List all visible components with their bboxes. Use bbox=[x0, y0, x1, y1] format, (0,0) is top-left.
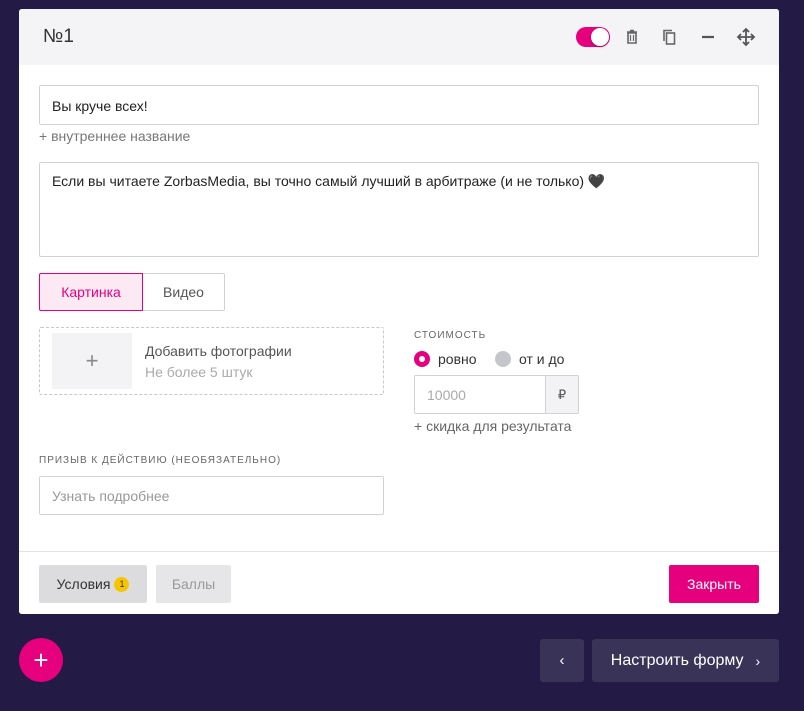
close-button[interactable]: Закрыть bbox=[669, 565, 759, 603]
radio-exact-label: ровно bbox=[438, 351, 477, 367]
media-tabs: Картинка Видео bbox=[39, 273, 225, 311]
conditions-label: Условия bbox=[56, 576, 111, 592]
card-footer: Условия 1 Баллы Закрыть bbox=[19, 551, 779, 614]
price-label: СТОИМОСТЬ bbox=[414, 330, 487, 341]
upload-hint: Не более 5 штук bbox=[145, 364, 253, 380]
chevron-right-icon: › bbox=[755, 652, 761, 669]
internal-name-link[interactable]: + внутреннее название bbox=[39, 128, 190, 144]
configure-form-button[interactable]: Настроить форму › bbox=[592, 639, 779, 682]
points-button[interactable]: Баллы bbox=[156, 565, 231, 603]
cta-label: ПРИЗЫВ К ДЕЙСТВИЮ (НЕОБЯЗАТЕЛЬНО) bbox=[39, 455, 282, 466]
tab-video[interactable]: Видео bbox=[143, 273, 225, 311]
name-field[interactable]: Вы круче всех! bbox=[39, 85, 759, 125]
radio-range[interactable]: от и до bbox=[495, 351, 564, 367]
configure-form-label: Настроить форму bbox=[610, 651, 744, 669]
radio-unselected-icon bbox=[495, 351, 511, 367]
add-item-button[interactable]: + bbox=[19, 638, 63, 682]
minus-icon[interactable] bbox=[698, 27, 718, 47]
back-button[interactable]: ‹ bbox=[540, 639, 584, 682]
cta-input[interactable]: Узнать подробнее bbox=[39, 476, 384, 515]
currency-suffix: ₽ bbox=[545, 375, 579, 414]
radio-selected-icon bbox=[414, 351, 430, 367]
offer-card: №1 Вы круче всех! + внутреннее название … bbox=[19, 9, 779, 614]
plus-icon[interactable]: + bbox=[52, 333, 132, 389]
radio-exact[interactable]: ровно bbox=[414, 351, 477, 367]
description-field[interactable]: Если вы читаете ZorbasMedia, вы точно са… bbox=[39, 162, 759, 257]
tab-image[interactable]: Картинка bbox=[39, 273, 143, 311]
enable-toggle[interactable] bbox=[576, 27, 610, 47]
radio-range-label: от и до bbox=[519, 351, 565, 367]
card-title: №1 bbox=[43, 26, 74, 47]
card-header: №1 bbox=[19, 9, 779, 65]
upload-title: Добавить фотографии bbox=[145, 343, 292, 359]
trash-icon[interactable] bbox=[622, 27, 642, 47]
toggle-knob bbox=[591, 28, 609, 46]
chevron-left-icon: ‹ bbox=[559, 652, 565, 669]
conditions-button[interactable]: Условия 1 bbox=[39, 565, 147, 603]
conditions-badge: 1 bbox=[114, 576, 130, 592]
copy-icon[interactable] bbox=[660, 27, 680, 47]
discount-link[interactable]: + скидка для результата bbox=[414, 418, 571, 434]
price-input[interactable]: 10000 bbox=[414, 375, 546, 414]
photo-upload[interactable]: + Добавить фотографии Не более 5 штук bbox=[39, 327, 384, 395]
move-icon[interactable] bbox=[736, 27, 756, 47]
